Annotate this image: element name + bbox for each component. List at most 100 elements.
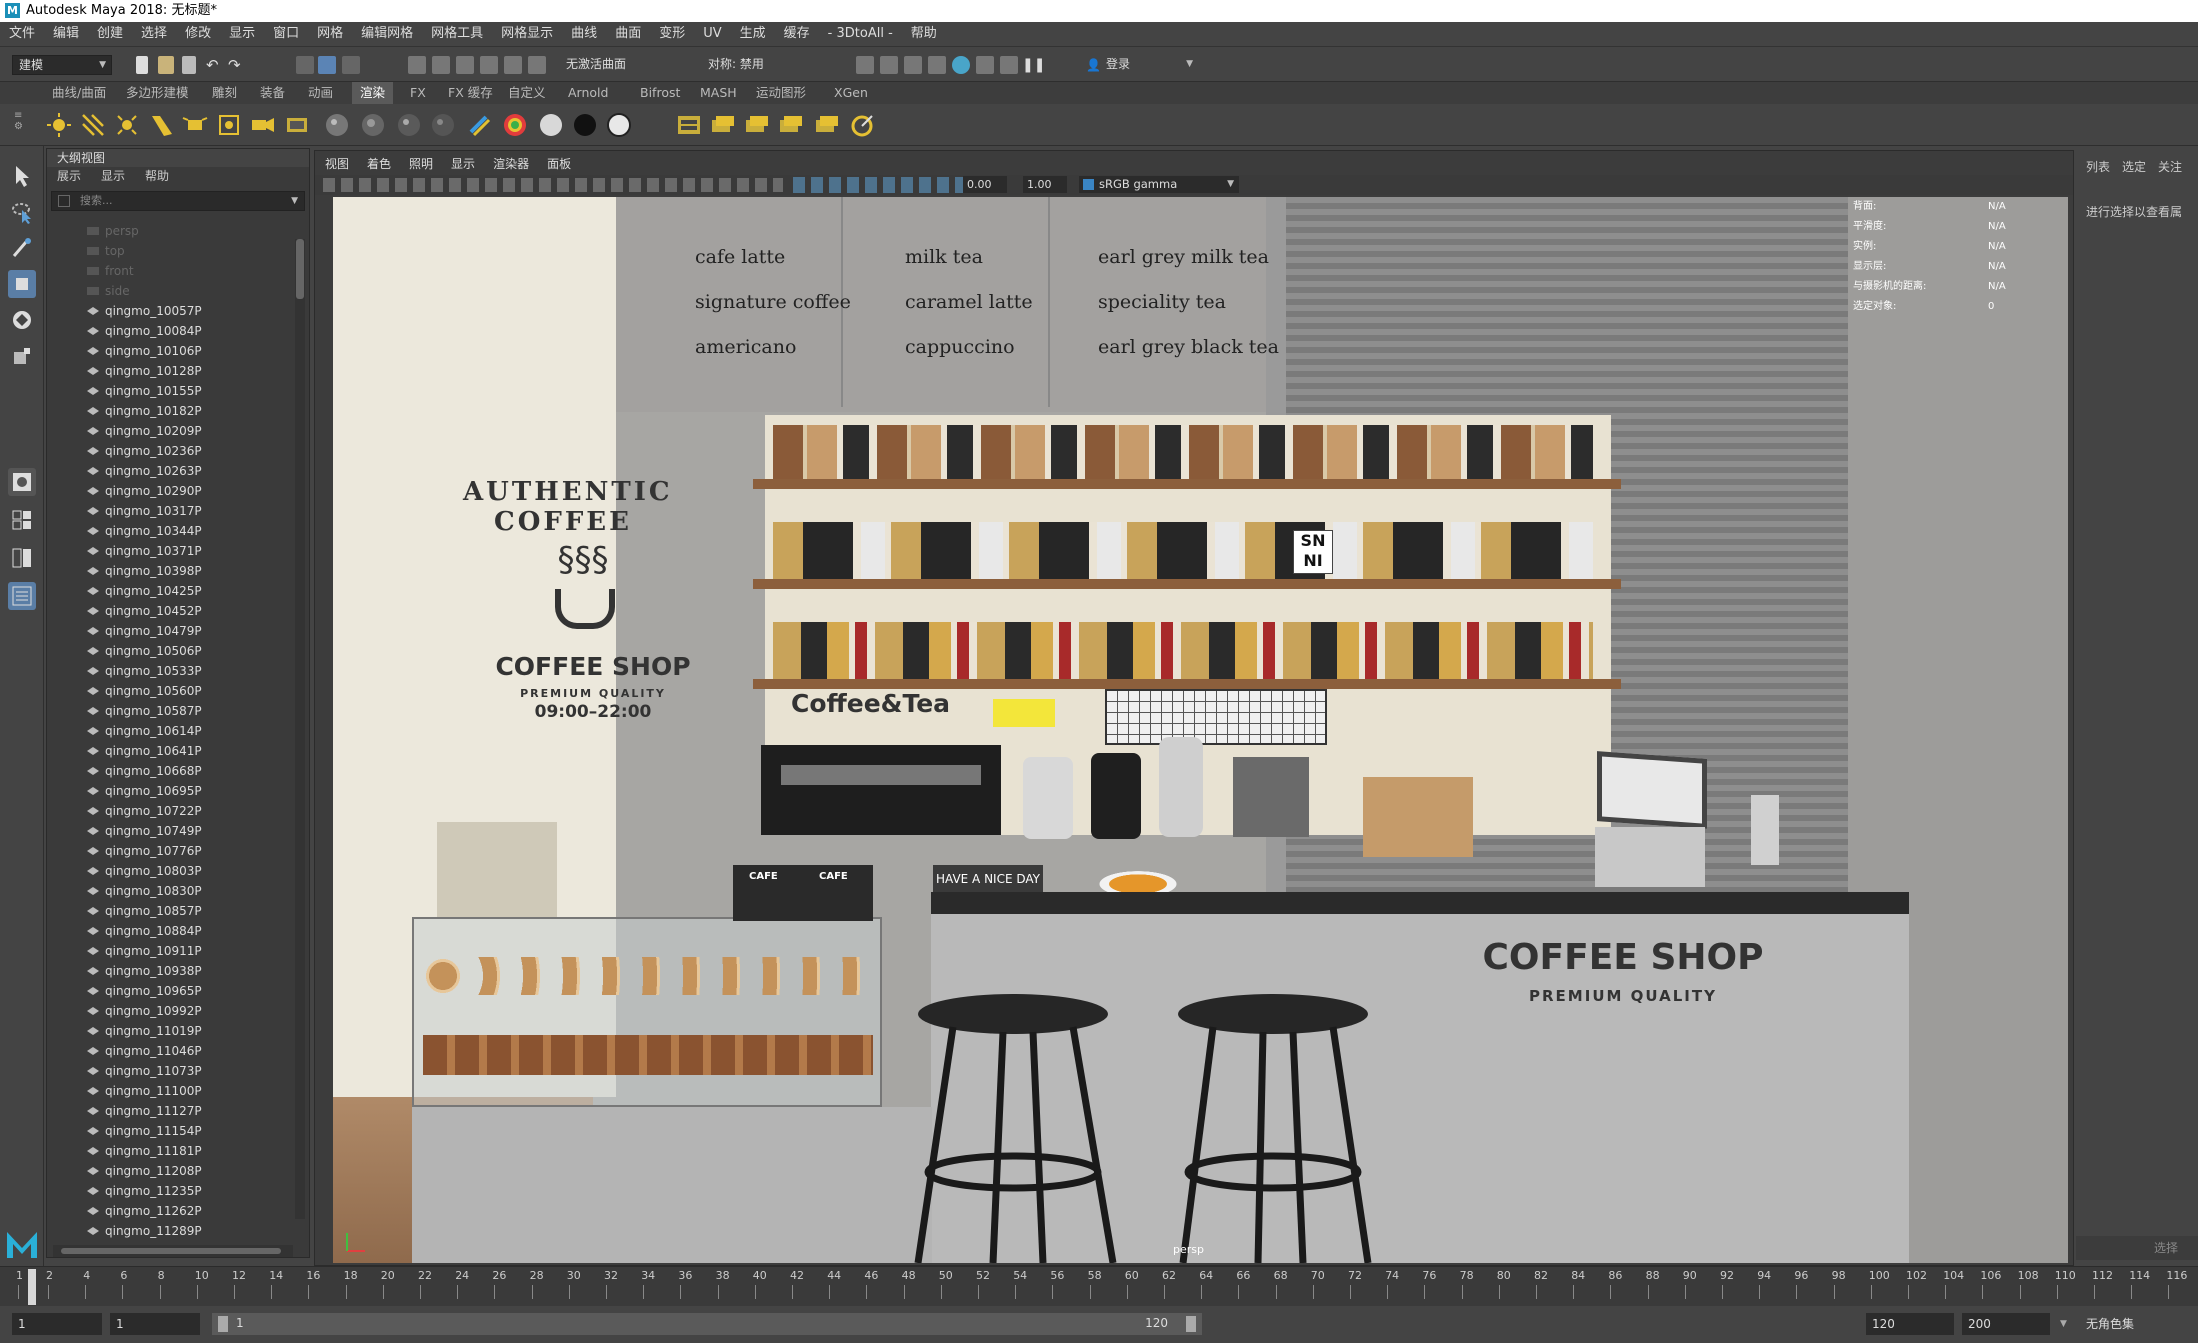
shelf-tab[interactable]: 曲线/曲面 [44,82,114,104]
outliner-item[interactable]: qingmo_11289P [47,1221,292,1241]
outliner-item[interactable]: qingmo_10084P [47,321,292,341]
shelf-tab[interactable]: Bifrost [632,82,688,104]
menu-item[interactable]: UV [694,22,730,46]
menu-item[interactable]: 修改 [176,22,220,46]
hardware-render-icon[interactable] [814,112,840,138]
point-light-icon[interactable] [114,112,140,138]
outliner-item[interactable]: qingmo_10182P [47,401,292,421]
menu-item[interactable]: 编辑 [44,22,88,46]
light-link-icon[interactable] [284,112,310,138]
outliner-item[interactable]: qingmo_10668P [47,761,292,781]
outliner-item[interactable]: qingmo_10776P [47,841,292,861]
ipr-render-frame-icon[interactable] [710,112,736,138]
gamma-field[interactable]: 1.00 [1023,176,1067,193]
outliner-item[interactable]: qingmo_11073P [47,1061,292,1081]
ambient-light-icon[interactable] [46,112,72,138]
outliner-item[interactable]: qingmo_10155P [47,381,292,401]
outliner-camera-item[interactable]: side [47,281,292,301]
shelf-menu-icon[interactable]: ≡ ⚙ [14,110,28,140]
menu-item[interactable]: 选择 [132,22,176,46]
menu-item[interactable]: 曲线 [562,22,606,46]
shelf-tab[interactable]: Arnold [560,82,616,104]
shelf-tab[interactable]: FX 缓存 [440,82,501,104]
viewport-tool-icons[interactable] [323,178,783,192]
outliner-camera-item[interactable]: persp [47,221,292,241]
shelf-tab[interactable]: 多边形建模 [118,82,197,104]
outliner-item[interactable]: qingmo_11262P [47,1201,292,1221]
outliner-item[interactable]: qingmo_10614P [47,721,292,741]
viewport-menu-item[interactable]: 显示 [451,155,475,173]
directional-light-icon[interactable] [80,112,106,138]
range-slider[interactable]: 1 120 [212,1313,1202,1335]
viewport-menu-item[interactable]: 着色 [367,155,391,173]
select-hierarchy-icon[interactable] [296,56,314,74]
outliner-item[interactable]: qingmo_10290P [47,481,292,501]
viewport-menu-item[interactable]: 渲染器 [493,155,529,173]
phong-sphere-icon[interactable] [396,112,422,138]
attribute-panel-tab[interactable]: 关注 [2158,158,2182,175]
menu-item[interactable]: 显示 [220,22,264,46]
shelf-tab[interactable]: 动画 [300,82,341,104]
shading-map-icon[interactable] [606,112,632,138]
outliner-item[interactable]: qingmo_10425P [47,581,292,601]
area-light-icon[interactable] [182,112,208,138]
pause-icon[interactable]: ❚❚ [1022,56,1045,74]
outliner-item[interactable]: qingmo_10128P [47,361,292,381]
outliner-item[interactable]: qingmo_10209P [47,421,292,441]
render-view-icon[interactable] [856,56,874,74]
outliner-item[interactable]: qingmo_11154P [47,1121,292,1141]
outliner-horizontal-scrollbar[interactable] [53,1245,293,1257]
shelf-tab[interactable]: FX [402,82,434,104]
menu-item[interactable]: 文件 [0,22,44,46]
playback-end-field[interactable]: 120 [1866,1313,1954,1335]
outliner-camera-item[interactable]: top [47,241,292,261]
outliner-item[interactable]: qingmo_10479P [47,621,292,641]
scale-tool-icon[interactable] [8,342,36,370]
select-component-icon[interactable] [342,56,360,74]
outliner-item[interactable]: qingmo_11235P [47,1181,292,1201]
volume-light-icon[interactable] [216,112,242,138]
shelf-tab[interactable]: 运动图形 [748,82,814,104]
light-editor-icon[interactable] [1000,56,1018,74]
outliner-item[interactable]: qingmo_10344P [47,521,292,541]
outliner-search-input[interactable]: 搜索... ▼ [51,191,305,211]
outliner-item[interactable]: qingmo_10938P [47,961,292,981]
outliner-item[interactable]: qingmo_10641P [47,741,292,761]
outliner-item[interactable]: qingmo_10857P [47,901,292,921]
ipr-render-icon[interactable] [904,56,922,74]
snap-view-plane-icon[interactable] [480,56,498,74]
redo-icon[interactable]: ↷ [228,57,246,75]
attribute-panel-tab[interactable]: 选定 [2122,158,2146,175]
new-scene-icon[interactable] [136,56,148,74]
animation-start-field[interactable]: 1 [12,1313,102,1335]
select-object-icon[interactable] [318,56,336,74]
anisotropic-sphere-icon[interactable] [430,112,456,138]
menu-item[interactable]: 创建 [88,22,132,46]
outliner-menu-item[interactable]: 帮助 [145,167,169,185]
menu-item[interactable]: 曲面 [606,22,650,46]
undo-icon[interactable]: ↶ [206,57,224,75]
outliner-item[interactable]: qingmo_10317P [47,501,292,521]
snap-pivot-icon[interactable] [528,56,546,74]
outliner-item[interactable]: qingmo_10236P [47,441,292,461]
snap-point-icon[interactable] [456,56,474,74]
camera-light-icon[interactable] [250,112,276,138]
chevron-down-icon[interactable]: ▼ [2060,1313,2074,1335]
viewport-menu-item[interactable]: 视图 [325,155,349,173]
character-set-dropdown[interactable]: 无角色集 [2080,1313,2192,1335]
shelf-tab[interactable]: MASH [692,82,745,104]
outliner-item[interactable]: qingmo_11208P [47,1161,292,1181]
blinn-sphere-icon[interactable] [324,112,350,138]
paint-select-tool-icon[interactable] [8,234,36,262]
hypershade-icon[interactable] [952,56,970,74]
outliner-item[interactable]: qingmo_10533P [47,661,292,681]
viewport-canvas[interactable]: cafe latte signature coffee americano milk… [333,197,2068,1263]
outliner-item[interactable]: qingmo_10965P [47,981,292,1001]
move-tool-icon[interactable] [8,270,36,298]
scrollbar-thumb[interactable] [296,239,304,299]
menuset-dropdown[interactable]: 建模 ▼ [12,55,112,75]
render-setup-icon[interactable] [976,56,994,74]
outliner-item[interactable]: qingmo_10830P [47,881,292,901]
snap-grid-icon[interactable] [408,56,426,74]
open-scene-icon[interactable] [158,56,174,74]
